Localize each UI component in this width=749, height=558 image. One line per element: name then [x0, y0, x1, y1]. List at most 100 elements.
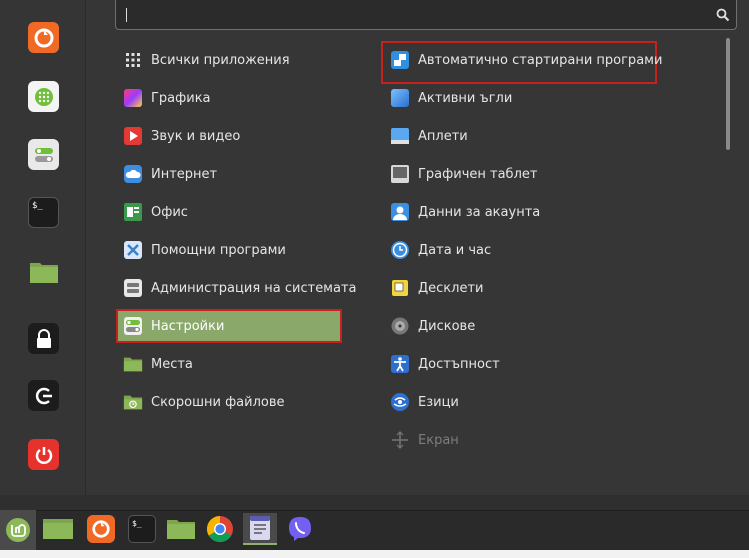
taskbar-viber[interactable] [283, 513, 317, 545]
applet-account-details[interactable]: Данни за акаунта [390, 196, 658, 228]
applet-accessibility[interactable]: Достъпност [390, 348, 658, 380]
search-box[interactable] [115, 0, 737, 30]
category-utilities[interactable]: Помощни програми [123, 234, 343, 266]
taskbar-firefox[interactable] [84, 513, 118, 545]
category-label: Офис [151, 204, 188, 220]
applet-label: Дата и час [418, 242, 492, 258]
applet-label: Десклети [418, 280, 484, 296]
favorite-settings[interactable] [28, 139, 59, 170]
applets-scrollbar[interactable] [726, 38, 730, 150]
applet-applets[interactable]: Аплети [390, 120, 658, 152]
viber-icon [289, 517, 311, 541]
category-label: Скорошни файлове [151, 394, 285, 410]
terminal-icon: $_ [28, 197, 59, 228]
favorite-folder[interactable] [28, 256, 59, 287]
folder-icon [167, 520, 195, 539]
applet-label: Дискове [418, 318, 476, 334]
category-recent-files[interactable]: Скорошни файлове [123, 386, 343, 418]
terminal-icon: $_ [128, 515, 156, 543]
cloud-icon [123, 164, 143, 184]
search-icon[interactable] [716, 8, 730, 22]
show-desktop-icon [43, 519, 73, 539]
applet-display[interactable]: Екран [390, 424, 658, 456]
category-internet[interactable]: Интернет [123, 158, 343, 190]
applet-label: Данни за акаунта [418, 204, 541, 220]
category-settings[interactable]: Настройки [116, 309, 342, 343]
recent-folder-icon [123, 392, 143, 412]
firefox-icon [28, 22, 59, 53]
folder-icon [28, 256, 59, 287]
applet-label: Достъпност [418, 356, 500, 372]
category-label: Звук и видео [151, 128, 241, 144]
favorite-lock-screen[interactable] [28, 323, 59, 354]
logout-icon [28, 380, 59, 411]
mint-menu-icon [6, 518, 30, 542]
favorite-firefox[interactable] [28, 22, 59, 53]
taskbar-files[interactable] [164, 513, 198, 545]
utilities-icon [123, 240, 143, 260]
applet-startup-applications[interactable]: Автоматично стартирани програми [390, 44, 662, 76]
applet-label: Автоматично стартирани програми [418, 52, 663, 68]
applet-label: Графичен таблет [418, 166, 538, 182]
applet-date-time[interactable]: Дата и час [390, 234, 658, 266]
category-places[interactable]: Места [123, 348, 343, 380]
folder-icon [123, 354, 143, 374]
applet-label: Активни ъгли [418, 90, 513, 106]
lock-icon [28, 323, 59, 354]
applet-label: Екран [418, 432, 459, 448]
languages-icon [390, 392, 410, 412]
applet-languages[interactable]: Езици [390, 386, 658, 418]
applet-hot-corners[interactable]: Активни ъгли [390, 82, 658, 114]
category-label: Места [151, 356, 193, 372]
category-graphics[interactable]: Графика [123, 82, 343, 114]
hot-corners-icon [390, 88, 410, 108]
settings-icon [123, 316, 143, 336]
menu-button[interactable] [0, 510, 36, 550]
settings-toggle-icon [28, 139, 59, 170]
favorite-shutdown[interactable] [28, 439, 59, 470]
play-icon [123, 126, 143, 146]
text-caret [126, 8, 127, 22]
applet-graphics-tablet[interactable]: Графичен таблет [390, 158, 658, 190]
graphics-icon [123, 88, 143, 108]
category-label: Настройки [151, 318, 225, 334]
terminal-glyph: $_ [132, 519, 142, 528]
applet-label: Езици [418, 394, 459, 410]
clock-icon [390, 240, 410, 260]
favorite-software-manager[interactable] [28, 81, 59, 112]
search-input[interactable] [124, 4, 704, 26]
category-system-administration[interactable]: Администрация на системата [123, 272, 357, 304]
grid-icon [123, 50, 143, 70]
admin-icon [123, 278, 143, 298]
applet-disks[interactable]: Дискове [390, 310, 658, 342]
taskbar-chrome[interactable] [203, 513, 237, 545]
category-label: Всички приложения [151, 52, 290, 68]
office-icon [123, 202, 143, 222]
display-icon [390, 430, 410, 450]
desklets-icon [390, 278, 410, 298]
screen-bottom-edge [0, 550, 749, 558]
text-editor-icon [250, 516, 270, 540]
applets-icon [390, 126, 410, 146]
taskbar-text-editor[interactable] [243, 513, 277, 545]
accessibility-icon [390, 354, 410, 374]
panel-gap [0, 495, 749, 510]
taskbar-show-desktop[interactable] [41, 513, 75, 545]
category-label: Интернет [151, 166, 218, 182]
category-office[interactable]: Офис [123, 196, 343, 228]
category-sound-video[interactable]: Звук и видео [123, 120, 343, 152]
tablet-icon [390, 164, 410, 184]
favorite-logout[interactable] [28, 380, 59, 411]
account-icon [390, 202, 410, 222]
favorites-sidebar: $_ [0, 0, 86, 495]
taskbar-terminal[interactable]: $_ [125, 513, 159, 545]
software-manager-icon [28, 81, 59, 112]
category-all-applications[interactable]: Всички приложения [123, 44, 343, 76]
terminal-glyph: $_ [32, 201, 43, 211]
startup-apps-icon [390, 50, 410, 70]
favorite-terminal[interactable]: $_ [28, 197, 59, 228]
firefox-icon [87, 515, 115, 543]
applet-desklets[interactable]: Десклети [390, 272, 658, 304]
applet-label: Аплети [418, 128, 468, 144]
power-icon [28, 439, 59, 470]
